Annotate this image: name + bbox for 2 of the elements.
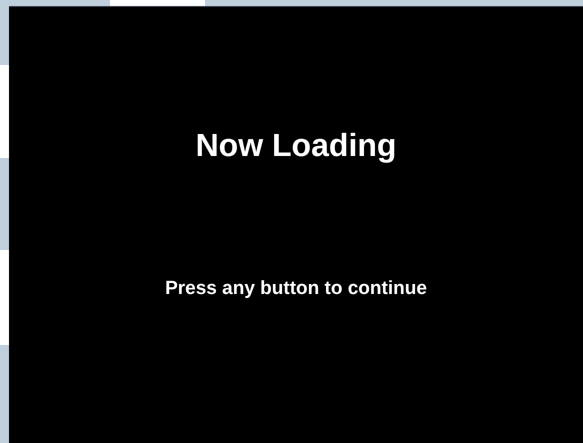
continue-prompt: Press any button to continue xyxy=(165,278,427,300)
loading-title: Now Loading xyxy=(196,127,396,164)
